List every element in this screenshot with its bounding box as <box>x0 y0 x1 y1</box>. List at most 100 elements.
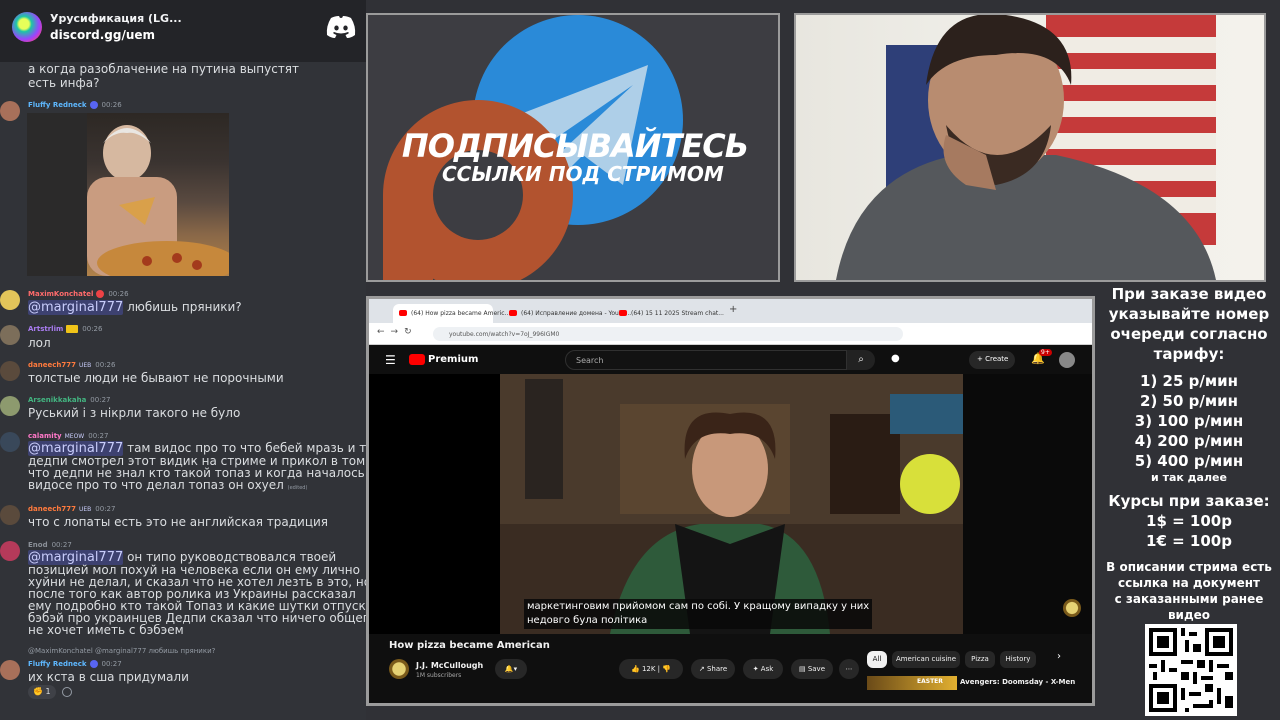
player-background <box>963 374 1092 634</box>
avatar[interactable] <box>0 505 20 525</box>
message-text: не хочет иметь с бэбэем <box>28 623 184 637</box>
video-caption: маркетинговим прийомом сам по собі. У кр… <box>524 599 873 629</box>
menu-icon[interactable]: ☰ <box>385 353 396 367</box>
address-bar: ←→↻ youtube.com/watch?v=7oJ_996IGM0 <box>369 323 1092 345</box>
save-icon: ▤ <box>798 665 806 673</box>
avatar[interactable] <box>0 101 20 121</box>
message-meta: Arsenikkakaha 00:27 <box>28 396 110 404</box>
message-text: что с лопаты есть это не английская трад… <box>28 515 329 529</box>
footer-line: ссылка на документ <box>1118 576 1260 590</box>
browser-tab[interactable]: (64) 15 11 2025 Stream chat... <box>613 304 724 323</box>
username[interactable]: daneech777 <box>28 505 76 513</box>
create-button[interactable]: + Create <box>969 351 1015 369</box>
youtube-favicon-icon <box>619 310 627 316</box>
username[interactable]: Enod <box>28 541 48 549</box>
price-etc: и так далее <box>1151 471 1227 484</box>
search-input[interactable]: Search <box>565 350 847 370</box>
message-text: есть инфа? <box>28 76 100 90</box>
avatar[interactable] <box>0 660 20 680</box>
avatar[interactable] <box>0 325 20 345</box>
reply-preview[interactable]: @MaximKonchatel @marginal777 любишь прян… <box>28 647 215 655</box>
like-dislike-button[interactable]: 👍 12K | 👎 <box>619 659 683 679</box>
channel-watermark-icon[interactable] <box>1063 599 1081 617</box>
ask-button[interactable]: ✦ Ask <box>743 659 783 679</box>
username[interactable]: Arsenikkakaha <box>28 396 86 404</box>
avatar[interactable] <box>0 541 20 561</box>
caption-line: маркетинговим прийомом сам по собі. У кр… <box>527 601 870 612</box>
subscribe-promo-panel: ПОДПИСЫВАЙТЕСЬ ССЫЛКИ ПОД СТРИМОМ <box>366 13 780 282</box>
video-frame <box>500 374 963 634</box>
tab-label: (64) 15 11 2025 Stream chat... <box>631 310 724 317</box>
price-tier: 3) 100 р/мин <box>1134 412 1244 430</box>
more-icon[interactable]: ⋯ <box>839 659 859 679</box>
account-avatar[interactable] <box>1059 352 1075 368</box>
youtube-logo-text: Premium <box>428 354 479 365</box>
flag-icon <box>66 325 79 333</box>
price-intro-line: тарифу: <box>1153 345 1225 363</box>
chip-american-cuisine[interactable]: American cuisine <box>892 651 960 668</box>
url-field[interactable]: youtube.com/watch?v=7oJ_996IGM0 <box>433 327 903 341</box>
share-button[interactable]: ↗ Share <box>691 659 735 679</box>
video-title: How pizza became American <box>389 640 550 651</box>
tab-label: (64) How pizza became Americ... <box>411 310 511 317</box>
server-icon[interactable] <box>12 12 42 42</box>
username[interactable]: Fluffy Redneck <box>28 101 87 109</box>
recommended-thumbnail[interactable]: EASTER <box>867 676 957 690</box>
message-body: видосе про то что делал топаз он охуел <box>28 478 284 492</box>
message-image[interactable] <box>27 113 229 276</box>
new-tab-icon[interactable]: + <box>729 304 737 315</box>
share-icon: ↗ <box>698 665 705 673</box>
subscribe-bell-button[interactable]: 🔔▾ <box>495 659 527 679</box>
badge-icon <box>89 660 98 668</box>
thumbs-up-icon: 👍 <box>631 665 640 673</box>
message-meta: daneech777 UEB 00:27 <box>28 505 115 513</box>
chevron-right-icon[interactable]: › <box>1057 651 1061 662</box>
discord-chat-overlay: Урусификация (LG... discord.gg/uem а ког… <box>0 0 366 720</box>
mention[interactable]: @marginal777 <box>28 300 124 315</box>
avatar[interactable] <box>0 361 20 381</box>
add-reaction-icon[interactable] <box>62 687 72 697</box>
image-content <box>27 113 229 276</box>
message-text: лол <box>28 336 51 350</box>
search-icon[interactable]: ⌕ <box>847 350 875 370</box>
timestamp: 00:26 <box>95 361 116 369</box>
message-text: толстые люди не бывают не порочными <box>28 371 284 385</box>
price-tier: 5) 400 р/мин <box>1134 452 1244 470</box>
webcam-image <box>836 15 1216 280</box>
chip-pizza[interactable]: Pizza <box>965 651 995 668</box>
avatar[interactable] <box>0 432 20 452</box>
nav-arrows-icon[interactable]: ←→↻ <box>377 327 418 337</box>
microphone-icon[interactable]: ● <box>891 353 900 364</box>
username[interactable]: MaximKonchatel <box>28 290 93 298</box>
message-text: а когда разоблачение на путина выпустят <box>28 62 300 76</box>
browser-tab[interactable]: (64) Исправление домена - YouTu... <box>503 304 631 323</box>
qr-code-icon[interactable] <box>1145 624 1237 716</box>
youtube-logo-icon[interactable] <box>409 354 425 365</box>
badge-label: UEB <box>78 506 92 513</box>
badge-icon <box>89 101 98 109</box>
username[interactable]: calamity <box>28 432 62 440</box>
username[interactable]: Fluffy Redneck <box>28 660 87 668</box>
message-meta: MaximKonchatel 00:26 <box>28 290 129 298</box>
channel-avatar[interactable] <box>389 659 409 679</box>
reaction-pill[interactable]: ✊ 1 <box>28 685 56 699</box>
thumbs-down-icon: 👎 <box>662 665 671 673</box>
message-meta: Enod 00:27 <box>28 541 72 549</box>
notification-badge: 9+ <box>1039 349 1052 356</box>
timestamp: 00:26 <box>101 101 122 109</box>
avatar[interactable] <box>0 290 20 310</box>
browser-tab[interactable]: (64) How pizza became Americ... <box>393 304 510 323</box>
message-meta: calamity MEOW 00:27 <box>28 432 108 440</box>
username[interactable]: daneech777 <box>28 361 76 369</box>
video-player[interactable] <box>500 374 963 634</box>
username[interactable]: Artstrlim <box>28 325 63 333</box>
invite-link[interactable]: discord.gg/uem <box>50 28 155 42</box>
chip-all[interactable]: All <box>867 651 887 668</box>
recommended-title[interactable]: Avengers: Doomsday - X-Men <box>960 678 1075 686</box>
save-button[interactable]: ▤ Save <box>791 659 833 679</box>
channel-name[interactable]: J.J. McCullough <box>416 661 483 670</box>
message-text: Руський і з нікрли такого не було <box>28 406 241 420</box>
timestamp: 00:27 <box>95 505 116 513</box>
chip-history[interactable]: History <box>1000 651 1036 668</box>
avatar[interactable] <box>0 396 20 416</box>
